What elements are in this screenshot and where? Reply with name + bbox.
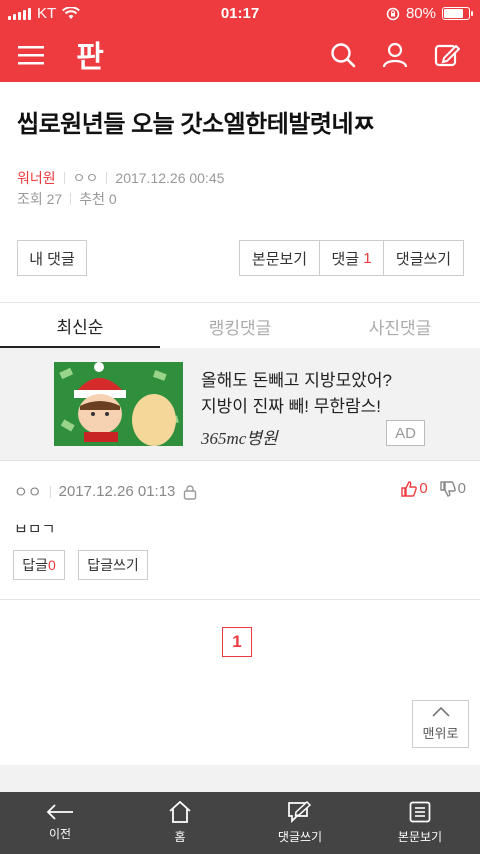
back-arrow-icon [46,804,73,820]
ad-image[interactable] [54,362,183,446]
post-recommend: 추천 0 [79,191,117,207]
search-icon[interactable] [326,38,360,72]
comment-write-icon [288,801,312,823]
post-meta-line1: 워너원 ㅇㅇ 2017.12.26 00:45 [17,168,224,188]
nav-back[interactable]: 이전 [0,792,120,854]
bottom-nav: 이전 홈 댓글쓰기 본문보기 [0,792,480,854]
post-nickname: ㅇㅇ [72,170,99,186]
nav-home-label: 홈 [174,830,186,844]
home-icon [169,801,191,823]
footer-spacer [0,765,480,792]
nav-view-post-label: 본문보기 [397,830,443,844]
scroll-top-button[interactable]: 맨위로 [412,700,469,748]
post-date: 2017.12.26 00:45 [115,170,225,186]
write-icon[interactable] [430,38,464,72]
reply-write-button[interactable]: 답글쓰기 [78,550,148,580]
scroll-top-label: 맨위로 [422,725,459,741]
post-meta-line2: 조회 27 추천 0 [17,189,117,209]
battery-icon [442,7,473,20]
comment-body: ㅂㅁㄱ [14,521,56,538]
post-title: 씹로원년들 오늘 갓소엘한테발렷네ㅉ [17,111,375,138]
battery-percent: 80% [405,5,436,22]
status-right: 80% [386,5,473,22]
comment-author: ㅇㅇ [14,484,42,501]
nav-view-post[interactable]: 본문보기 [360,792,480,854]
separator [49,485,51,498]
user-icon[interactable] [378,38,412,72]
comments-count: 1 [363,249,372,267]
thumbs-down-icon [439,480,456,497]
post-author[interactable]: 워너원 [17,168,56,188]
menu-icon[interactable] [14,38,48,72]
separator [63,172,65,184]
document-icon [409,801,431,823]
my-comments-button[interactable]: 내 댓글 [17,240,87,276]
dislike-count: 0 [457,480,466,497]
status-bar: KT 01:17 80% [0,0,480,28]
nav-write-comment-label: 댓글쓰기 [277,830,323,844]
ad-brand: 365mc병원 [201,429,278,448]
like-button[interactable]: 0 [401,480,428,497]
comment-votes: 0 0 [401,480,466,497]
reply-button[interactable]: 답글 0 [13,550,65,580]
lock-icon [184,484,197,500]
pann-logo[interactable]: 판 [70,34,110,74]
ad-subline: 지방이 진짜 빼! 무한람스! [201,397,382,416]
chevron-up-icon [431,706,450,717]
reply-label: 답글 [22,557,48,573]
nav-home[interactable]: 홈 [120,792,240,854]
write-comment-button[interactable]: 댓글쓰기 [383,240,464,276]
separator [70,193,72,205]
ad-headline: 올해도 돈빼고 지방모았어? [201,371,392,390]
comments-button[interactable]: 댓글 1 [319,240,384,276]
nav-write-comment[interactable]: 댓글쓰기 [240,792,360,854]
dislike-button[interactable]: 0 [439,480,466,497]
page-number-current[interactable]: 1 [222,627,252,657]
orientation-lock-icon [386,7,400,20]
divider [0,599,480,600]
thumbs-up-icon [401,480,418,497]
tab-latest[interactable]: 최신순 [0,304,160,348]
comment-date: 2017.12.26 01:13 [58,483,176,500]
comments-label: 댓글 [331,250,360,268]
divider [0,460,480,461]
separator [106,172,108,184]
reply-count: 0 [47,557,56,573]
like-count: 0 [419,480,428,497]
app-header: 판 [0,28,480,82]
view-post-button[interactable]: 본문보기 [239,240,320,276]
ad-label: AD [386,420,425,446]
tab-photo[interactable]: 사진댓글 [320,304,480,348]
tab-ranking[interactable]: 랭킹댓글 [160,304,320,348]
divider [0,302,480,303]
nav-back-label: 이전 [48,827,72,841]
post-views: 조회 27 [17,191,63,207]
comment-meta: ㅇㅇ 2017.12.26 01:13 [14,481,197,502]
